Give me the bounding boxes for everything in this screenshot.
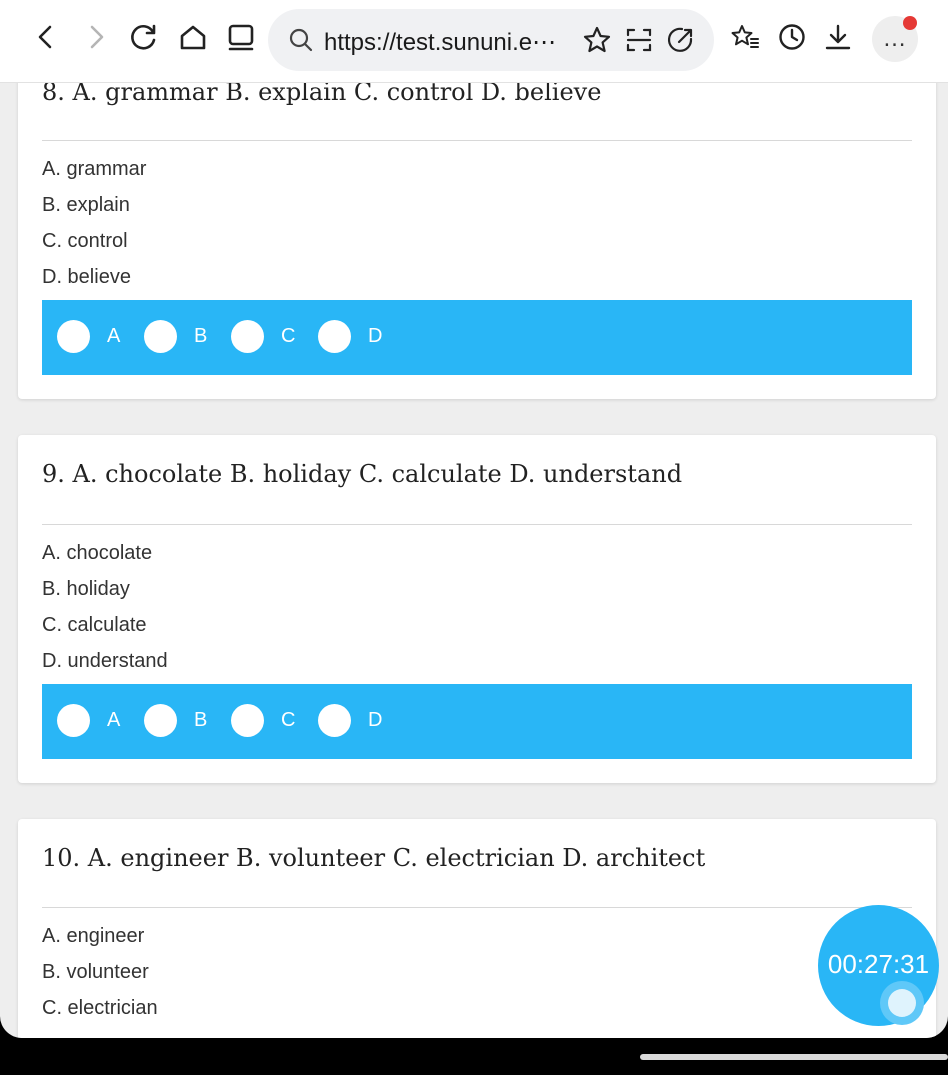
option-text: D. understand bbox=[42, 650, 168, 672]
choice-label: D bbox=[368, 708, 383, 731]
choice-c[interactable]: C bbox=[231, 703, 295, 737]
radio-button[interactable] bbox=[231, 703, 264, 737]
scan-icon[interactable] bbox=[622, 23, 656, 57]
url-text[interactable]: https://test.sununi.e⋯ bbox=[324, 28, 556, 57]
home-icon[interactable] bbox=[176, 20, 210, 54]
choice-c[interactable]: C bbox=[231, 319, 295, 353]
question-title: 10. A. engineer B. volunteer C. electric… bbox=[42, 844, 706, 872]
option-text: C. electrician bbox=[42, 997, 158, 1019]
question-card-8: 8. A. grammar B. explain C. control D. b… bbox=[18, 60, 936, 399]
option-text: D. believe bbox=[42, 266, 131, 288]
radio-button[interactable] bbox=[144, 703, 177, 737]
answer-choices-bar: A B C D bbox=[42, 300, 912, 375]
timer-text: 00:27:31 bbox=[827, 949, 930, 979]
question-title: 9. A. chocolate B. holiday C. calculate … bbox=[42, 460, 683, 488]
option-text: C. control bbox=[42, 230, 128, 252]
question-card-10: 10. A. engineer B. volunteer C. electric… bbox=[18, 819, 936, 1038]
address-bar[interactable]: https://test.sununi.e⋯ bbox=[268, 9, 714, 71]
more-icon: … bbox=[882, 25, 908, 52]
forward-icon[interactable] bbox=[79, 20, 113, 54]
choice-d[interactable]: D bbox=[318, 319, 382, 353]
radio-button[interactable] bbox=[318, 703, 351, 737]
choice-label: D bbox=[368, 324, 383, 347]
radio-button[interactable] bbox=[57, 703, 90, 737]
choice-label: C bbox=[281, 708, 296, 731]
option-text: B. explain bbox=[42, 194, 130, 216]
history-icon[interactable] bbox=[775, 20, 809, 54]
download-icon[interactable] bbox=[821, 20, 855, 54]
choice-label: A bbox=[107, 324, 121, 347]
option-text: C. calculate bbox=[42, 614, 147, 636]
question-card-9: 9. A. chocolate B. holiday C. calculate … bbox=[18, 435, 936, 783]
divider bbox=[42, 524, 912, 525]
choice-label: B bbox=[194, 708, 208, 731]
option-text: A. engineer bbox=[42, 925, 145, 947]
option-text: A. grammar bbox=[42, 158, 147, 180]
share-icon[interactable] bbox=[664, 23, 698, 57]
bookmark-star-icon[interactable] bbox=[580, 23, 614, 57]
choice-label: C bbox=[281, 324, 296, 347]
timer-drag-handle[interactable] bbox=[880, 981, 924, 1025]
radio-button[interactable] bbox=[57, 319, 90, 353]
back-icon[interactable] bbox=[29, 20, 63, 54]
choice-a[interactable]: A bbox=[57, 703, 120, 737]
home-indicator[interactable] bbox=[640, 1054, 948, 1060]
countdown-timer[interactable]: 00:27:31 bbox=[818, 905, 939, 1026]
option-text: B. holiday bbox=[42, 578, 130, 600]
reload-icon[interactable] bbox=[127, 20, 161, 54]
choice-b[interactable]: B bbox=[144, 703, 207, 737]
radio-button[interactable] bbox=[231, 319, 264, 353]
notification-dot bbox=[903, 16, 917, 30]
radio-button[interactable] bbox=[318, 319, 351, 353]
option-text: A. chocolate bbox=[42, 542, 153, 564]
option-text: B. volunteer bbox=[42, 961, 149, 983]
choice-d[interactable]: D bbox=[318, 703, 382, 737]
search-icon bbox=[284, 23, 318, 57]
choice-a[interactable]: A bbox=[57, 319, 120, 353]
answer-choices-bar: A B C D bbox=[42, 684, 912, 759]
choice-label: B bbox=[194, 324, 208, 347]
tabs-icon[interactable] bbox=[224, 20, 258, 54]
browser-toolbar: https://test.sununi.e⋯ … bbox=[0, 0, 948, 83]
screen: https://test.sununi.e⋯ … 8. A. grammar B… bbox=[0, 0, 948, 1038]
divider bbox=[42, 907, 912, 908]
divider bbox=[42, 140, 912, 141]
choice-label: A bbox=[107, 708, 121, 731]
radio-button[interactable] bbox=[144, 319, 177, 353]
favorites-icon[interactable] bbox=[728, 20, 762, 54]
choice-b[interactable]: B bbox=[144, 319, 207, 353]
